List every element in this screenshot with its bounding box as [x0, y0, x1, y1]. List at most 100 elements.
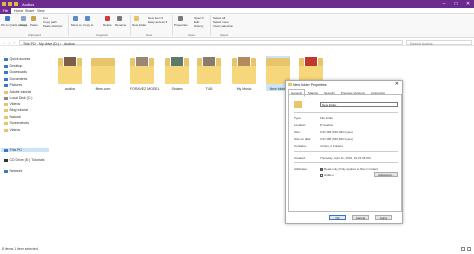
folder-item[interactable]: TUB — [197, 56, 221, 91]
sidebar-item[interactable]: Quick access — [4, 57, 30, 61]
folder-front — [232, 66, 256, 84]
search-input[interactable]: Search Audios — [406, 40, 472, 46]
folder-item[interactable]: films.com — [91, 56, 115, 91]
dialog-close-button[interactable]: ✕ — [395, 81, 399, 87]
delete-icon — [105, 16, 110, 21]
sidebar-item[interactable]: Pictures — [4, 83, 22, 87]
apply-button[interactable]: Apply — [375, 215, 392, 220]
breadcrumb-drive[interactable]: My drive (D:) — [39, 42, 59, 46]
sidebar-item-label: Network — [9, 169, 23, 173]
delete-button[interactable]: Delete — [103, 23, 112, 27]
sidebar-item-icon — [4, 77, 8, 81]
properties-icon — [178, 16, 183, 21]
hidden-checkbox[interactable]: Hidden — [320, 173, 334, 177]
group-clipboard-label: Clipboard — [28, 32, 41, 37]
group-open-label: Open — [188, 32, 196, 37]
sidebar-item[interactable]: Blog tutorial — [4, 108, 28, 112]
tab-share[interactable]: Share — [25, 9, 34, 13]
sidebar-item[interactable]: Screenshots — [4, 121, 29, 125]
sidebar-item[interactable]: Adobe tutorial — [4, 90, 31, 94]
forward-button[interactable]: → — [7, 40, 11, 45]
group-separator — [210, 15, 211, 36]
type-label: Type: — [294, 116, 302, 120]
invert-selection-button[interactable]: Invert selection — [213, 24, 233, 28]
breadcrumb-audios[interactable]: Audios — [64, 42, 75, 46]
folder-label: FORAVEZ MODEL — [130, 87, 160, 91]
rename-icon — [117, 16, 122, 21]
advanced-button[interactable]: Advanced... — [374, 172, 398, 177]
properties-icon[interactable] — [8, 1, 12, 6]
new-folder-icon[interactable] — [14, 1, 18, 6]
move-to-button[interactable]: Move to — [71, 23, 82, 27]
pin-icon — [5, 16, 10, 21]
minimize-button[interactable]: – — [438, 0, 450, 8]
cancel-button[interactable]: Cancel — [352, 215, 369, 220]
sidebar-item-icon — [4, 121, 8, 125]
up-button[interactable]: ↑ — [13, 40, 15, 45]
title-bar: Audios – □ ✕ — [0, 0, 474, 8]
sidebar-item[interactable]: Documents — [4, 77, 27, 81]
sidebar-item[interactable]: This PC — [1, 148, 49, 152]
sidebar-item-label: Natural — [9, 115, 21, 119]
sidebar-item-label: Documents — [9, 77, 28, 81]
sidebar-item-icon — [4, 90, 8, 94]
rename-button[interactable]: Rename — [115, 23, 126, 27]
details-view-icon[interactable] — [461, 247, 465, 251]
back-button[interactable]: ← — [2, 40, 6, 45]
large-icons-view-icon[interactable] — [467, 247, 471, 251]
properties-button[interactable]: Properties — [174, 23, 188, 27]
folder-icon[interactable] — [2, 1, 6, 6]
checkbox-icon — [320, 173, 323, 177]
divider — [294, 162, 398, 163]
sidebar-item[interactable]: Downloads — [4, 70, 27, 74]
move-to-icon — [73, 16, 78, 21]
sidebar-item[interactable]: Videos — [4, 102, 20, 106]
folder-front — [130, 66, 154, 84]
folder-name-field[interactable]: New folder — [320, 102, 398, 107]
folder-item[interactable]: audios — [58, 56, 82, 91]
breadcrumb-separator: › — [60, 41, 62, 46]
folder-icon — [294, 101, 302, 108]
sidebar-item[interactable]: Local Disk (C:) — [4, 96, 32, 100]
copy-to-button[interactable]: Copy to — [83, 23, 93, 27]
sidebar-item[interactable]: CD Drive (E:) Tutorials — [4, 158, 45, 162]
contains-value: 4 Files, 0 Folders — [320, 144, 344, 148]
sidebar-item[interactable]: Videos — [4, 128, 20, 132]
tab-view[interactable]: View — [37, 9, 45, 13]
easy-access-button[interactable]: Easy access ▾ — [148, 20, 167, 24]
history-button[interactable]: History — [194, 24, 203, 28]
new-folder-button[interactable]: New folder — [132, 23, 146, 27]
folder-item[interactable]: My Music — [232, 56, 256, 91]
maximize-button[interactable]: □ — [450, 0, 462, 8]
folder-front — [165, 66, 189, 84]
folder-item[interactable]: Sirdam — [165, 56, 189, 91]
group-separator — [172, 15, 173, 36]
ribbon: Pin to Quick access Copy Paste Cut Copy … — [0, 14, 474, 38]
close-button[interactable]: ✕ — [462, 0, 474, 8]
sidebar-item-icon — [4, 83, 8, 87]
sidebar-item-icon — [4, 158, 8, 162]
hidden-label: Hidden — [324, 173, 334, 177]
readonly-checkbox[interactable]: Read-only (Only applies to files in fold… — [320, 167, 378, 171]
address-input[interactable]: This PC › My drive (D:) › Audios — [19, 40, 403, 46]
sidebar-item-label: Pictures — [9, 83, 23, 87]
sidebar-item[interactable]: Network — [4, 169, 22, 173]
tab-home[interactable]: Home — [14, 9, 23, 13]
folder-item[interactable]: FORAVEZ MODEL — [130, 56, 160, 91]
group-organize-label: Organize — [96, 32, 109, 37]
sidebar-item-icon — [4, 102, 8, 106]
copy-button[interactable]: Copy — [20, 23, 27, 27]
sidebar-item-icon — [4, 115, 8, 119]
folder-icon — [165, 56, 189, 84]
paste-shortcut-button[interactable]: Paste shortcut — [43, 24, 62, 28]
paste-button[interactable]: Paste — [30, 23, 38, 27]
sidebar-item[interactable]: Natural — [4, 115, 21, 119]
sidebar-item-icon — [4, 108, 8, 112]
sidebar-item-label: Quick access — [9, 57, 31, 61]
breadcrumb-this-pc[interactable]: This PC — [23, 42, 35, 46]
folder-icon — [232, 56, 256, 84]
ok-button[interactable]: OK — [329, 215, 346, 220]
folder-front — [91, 66, 115, 84]
sidebar-item[interactable]: Desktop — [4, 64, 22, 68]
folder-label: TUB — [205, 87, 213, 91]
